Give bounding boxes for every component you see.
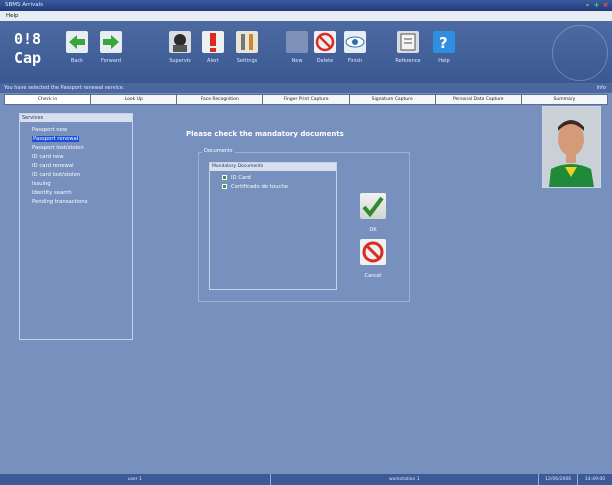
settings-button[interactable]: Settings bbox=[231, 31, 263, 64]
services-header: Services bbox=[20, 114, 132, 122]
window-controls: – + × bbox=[584, 1, 609, 10]
bottom-status-bar: user 1 workstation 1 12/06/2006 14:49:00 bbox=[0, 474, 612, 485]
checklist-label: Certificado de touche bbox=[231, 184, 288, 190]
cancel-button[interactable]: Cancel bbox=[360, 239, 386, 279]
service-passport-new[interactable]: Passport new bbox=[32, 127, 67, 133]
help-button[interactable]: ? Help bbox=[428, 31, 460, 64]
svg-text:0!8: 0!8 bbox=[14, 30, 41, 48]
back-label: Back bbox=[70, 58, 84, 64]
time-status: 14:49:00 bbox=[584, 477, 606, 482]
reference-button[interactable]: Reference bbox=[392, 31, 424, 64]
reference-book-icon bbox=[397, 31, 419, 53]
menu-help[interactable]: Help bbox=[6, 13, 19, 19]
service-id-card-renewal[interactable]: ID card renewal bbox=[32, 163, 74, 169]
minimize-icon[interactable]: – bbox=[584, 1, 591, 9]
user-status: user 1 bbox=[0, 474, 271, 485]
service-passport-renewal[interactable]: Passport renewal bbox=[32, 136, 80, 142]
status-message: You have selected the Passport renewal s… bbox=[4, 85, 125, 91]
supervise-label: Supervis bbox=[169, 58, 191, 64]
alert-button[interactable]: Alert bbox=[197, 31, 229, 64]
help-question-icon: ? bbox=[433, 31, 455, 53]
date-status: 12/06/2006 bbox=[539, 474, 579, 485]
forward-button[interactable]: Forward bbox=[95, 31, 127, 64]
back-button[interactable]: Back bbox=[61, 31, 93, 64]
checkbox-icon[interactable] bbox=[222, 175, 227, 180]
help-label: Help bbox=[438, 58, 450, 64]
mandatory-documents-list: Mandatory Documents ID Card Certificado … bbox=[209, 162, 337, 290]
close-icon[interactable]: × bbox=[602, 1, 609, 9]
checkbox-icon[interactable] bbox=[222, 184, 227, 189]
mandatory-header: Mandatory Documents bbox=[210, 163, 336, 171]
services-panel: Services Passport new Passport renewal P… bbox=[19, 113, 133, 340]
cancel-forbidden-icon bbox=[360, 239, 386, 265]
service-id-card-new[interactable]: ID card new bbox=[32, 154, 64, 160]
alert-icon bbox=[202, 31, 224, 53]
tab-finger-print-capture[interactable]: Finger Print Capture bbox=[263, 94, 350, 105]
delete-forbidden-icon bbox=[314, 31, 336, 53]
settings-label: Settings bbox=[236, 58, 258, 64]
checklist-item-certificado[interactable]: Certificado de touche bbox=[222, 184, 288, 190]
title-bar: SBMS Arrivals – + × bbox=[0, 0, 612, 11]
checkmark-icon bbox=[360, 193, 386, 219]
service-passport-lost-stolen[interactable]: Passport lost/stolen bbox=[32, 145, 84, 151]
delete-button[interactable]: Delete bbox=[309, 31, 341, 64]
settings-tools-icon bbox=[236, 31, 258, 53]
ok-button[interactable]: OK bbox=[360, 193, 386, 233]
back-arrow-icon bbox=[66, 31, 88, 53]
forward-label: Forward bbox=[100, 58, 122, 64]
forward-arrow-icon bbox=[100, 31, 122, 53]
supervise-button[interactable]: Supervis bbox=[164, 31, 196, 64]
process-tabs: Check in Look Up Face Recognition Finger… bbox=[4, 94, 608, 105]
service-pending-transactions[interactable]: Pending transactions bbox=[32, 199, 88, 205]
status-bar: You have selected the Passport renewal s… bbox=[0, 83, 612, 93]
tab-personal-data-capture[interactable]: Personal Data Capture bbox=[435, 94, 522, 105]
finish-label: Finish bbox=[347, 58, 363, 64]
alert-label: Alert bbox=[207, 58, 219, 64]
supervisor-icon bbox=[169, 31, 191, 53]
finish-button[interactable]: Finish bbox=[339, 31, 371, 64]
globe-watermark-icon bbox=[552, 25, 608, 81]
delete-label: Delete bbox=[316, 58, 334, 64]
service-id-card-lost-stolen[interactable]: ID card lost/stolen bbox=[32, 172, 80, 178]
svg-text:?: ? bbox=[439, 34, 448, 52]
reference-label: Reference bbox=[395, 58, 421, 64]
documents-legend: Documents bbox=[202, 148, 235, 154]
menu-bar: Help bbox=[0, 11, 612, 21]
checklist-label: ID Card bbox=[231, 175, 251, 181]
service-identity-search[interactable]: Identity search bbox=[32, 190, 72, 196]
workstation-status: workstation 1 bbox=[271, 474, 540, 485]
tab-look-up[interactable]: Look Up bbox=[91, 94, 178, 105]
info-label[interactable]: Info bbox=[597, 85, 606, 91]
ok-label: OK bbox=[369, 227, 377, 233]
tab-face-recognition[interactable]: Face Recognition bbox=[177, 94, 264, 105]
tab-check-in[interactable]: Check in bbox=[4, 94, 92, 105]
app-logo: 0!8 Cap bbox=[14, 27, 46, 69]
cancel-label: Cancel bbox=[364, 273, 382, 279]
window-title: SBMS Arrivals bbox=[5, 2, 43, 8]
toolbar: 0!8 Cap Back Forward Supervis Alert Sett… bbox=[0, 21, 612, 83]
tab-signature-capture[interactable]: Signature Capture bbox=[349, 94, 436, 105]
new-document-icon bbox=[286, 31, 308, 53]
finish-eye-icon bbox=[344, 31, 366, 53]
page-heading: Please check the mandatory documents bbox=[186, 130, 344, 138]
service-issuing[interactable]: Issuing bbox=[32, 181, 51, 187]
svg-text:Cap: Cap bbox=[14, 49, 41, 67]
applicant-photo bbox=[542, 106, 601, 188]
tab-summary[interactable]: Summary bbox=[521, 94, 608, 105]
checklist-item-id-card[interactable]: ID Card bbox=[222, 175, 251, 181]
maximize-icon[interactable]: + bbox=[593, 1, 600, 9]
